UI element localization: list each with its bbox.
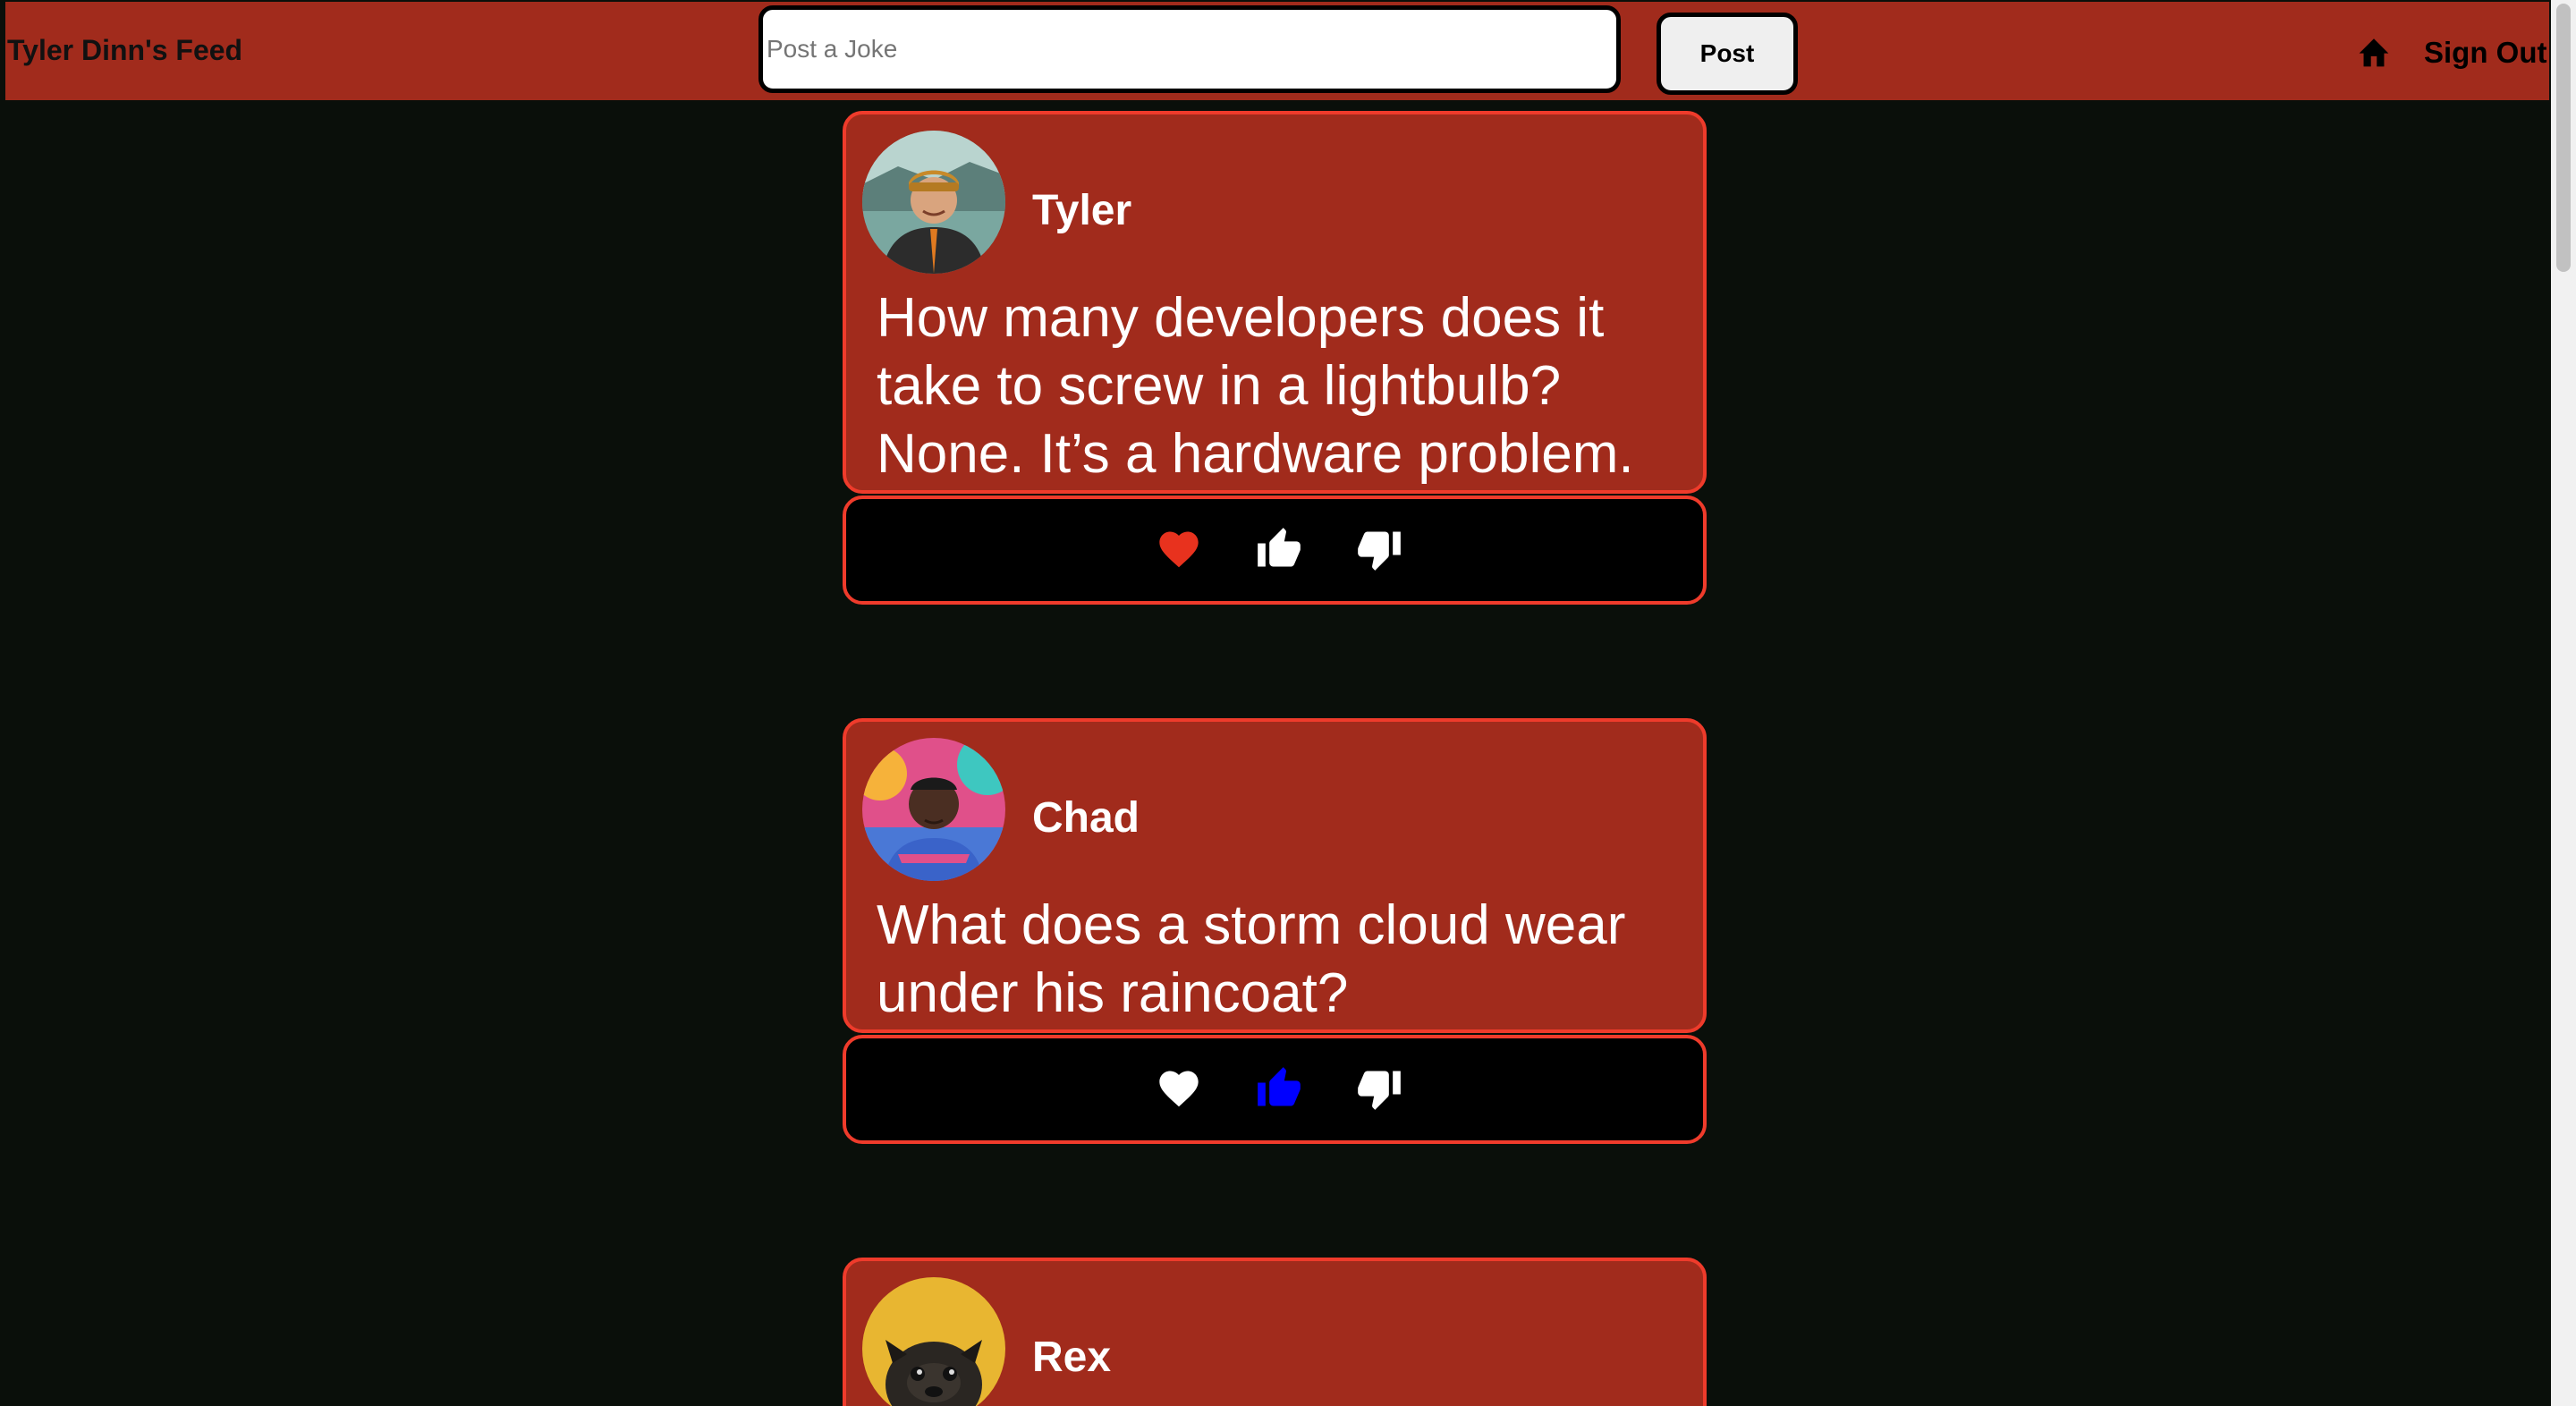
page-title: Tyler Dinn's Feed xyxy=(7,34,243,66)
avatar xyxy=(862,738,1005,881)
post-actions xyxy=(843,495,1707,605)
thumbs-up-icon[interactable] xyxy=(1256,526,1302,572)
thumbs-down-icon[interactable] xyxy=(1356,526,1402,572)
thumbs-down-icon[interactable] xyxy=(1356,1065,1402,1112)
top-nav-bar: Tyler Dinn's Feed Post Sign Out xyxy=(5,2,2549,100)
sign-out-link[interactable]: Sign Out xyxy=(2424,36,2546,70)
post-joke-input[interactable] xyxy=(758,5,1621,93)
feed: Tyler How many developers does it take t… xyxy=(0,0,2549,1406)
avatar xyxy=(862,131,1005,274)
post-actions xyxy=(843,1035,1707,1144)
avatar xyxy=(862,1277,1005,1406)
avatar-photo-icon xyxy=(862,738,1005,881)
joke-text: How many developers does it take to scre… xyxy=(877,287,1634,485)
post-card-rex: Rex xyxy=(843,1258,1707,1406)
avatar-photo-icon xyxy=(862,1277,1005,1406)
heart-icon[interactable] xyxy=(1156,1065,1202,1112)
heart-icon[interactable] xyxy=(1156,526,1202,572)
post-content: Tyler How many developers does it take t… xyxy=(843,111,1707,494)
username: Chad xyxy=(1032,794,1140,842)
post-button[interactable]: Post xyxy=(1657,13,1798,95)
avatar-photo-icon xyxy=(862,131,1005,274)
scrollbar[interactable] xyxy=(2551,0,2576,1406)
username: Rex xyxy=(1032,1334,1112,1381)
home-icon[interactable] xyxy=(2356,36,2392,68)
post-content: Rex xyxy=(843,1258,1707,1406)
post-card-chad: Chad What does a storm cloud wear under … xyxy=(843,718,1707,1144)
thumbs-up-icon[interactable] xyxy=(1256,1065,1302,1112)
scrollbar-thumb[interactable] xyxy=(2556,4,2571,272)
app-window: Tyler How many developers does it take t… xyxy=(0,0,2576,1406)
username: Tyler xyxy=(1032,187,1132,234)
post-card-tyler: Tyler How many developers does it take t… xyxy=(843,111,1707,605)
joke-text: What does a storm cloud wear under his r… xyxy=(877,894,1626,1024)
post-content: Chad What does a storm cloud wear under … xyxy=(843,718,1707,1033)
